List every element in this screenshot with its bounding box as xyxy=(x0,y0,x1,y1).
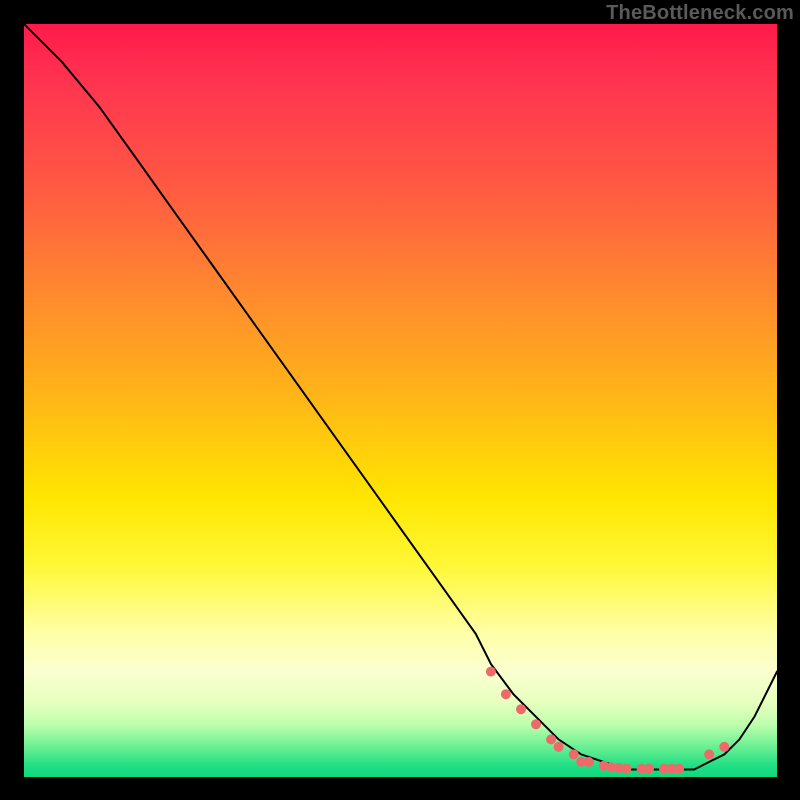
chart-gradient-background xyxy=(24,24,777,777)
watermark-text: TheBottleneck.com xyxy=(606,2,794,25)
chart-frame xyxy=(24,24,777,777)
